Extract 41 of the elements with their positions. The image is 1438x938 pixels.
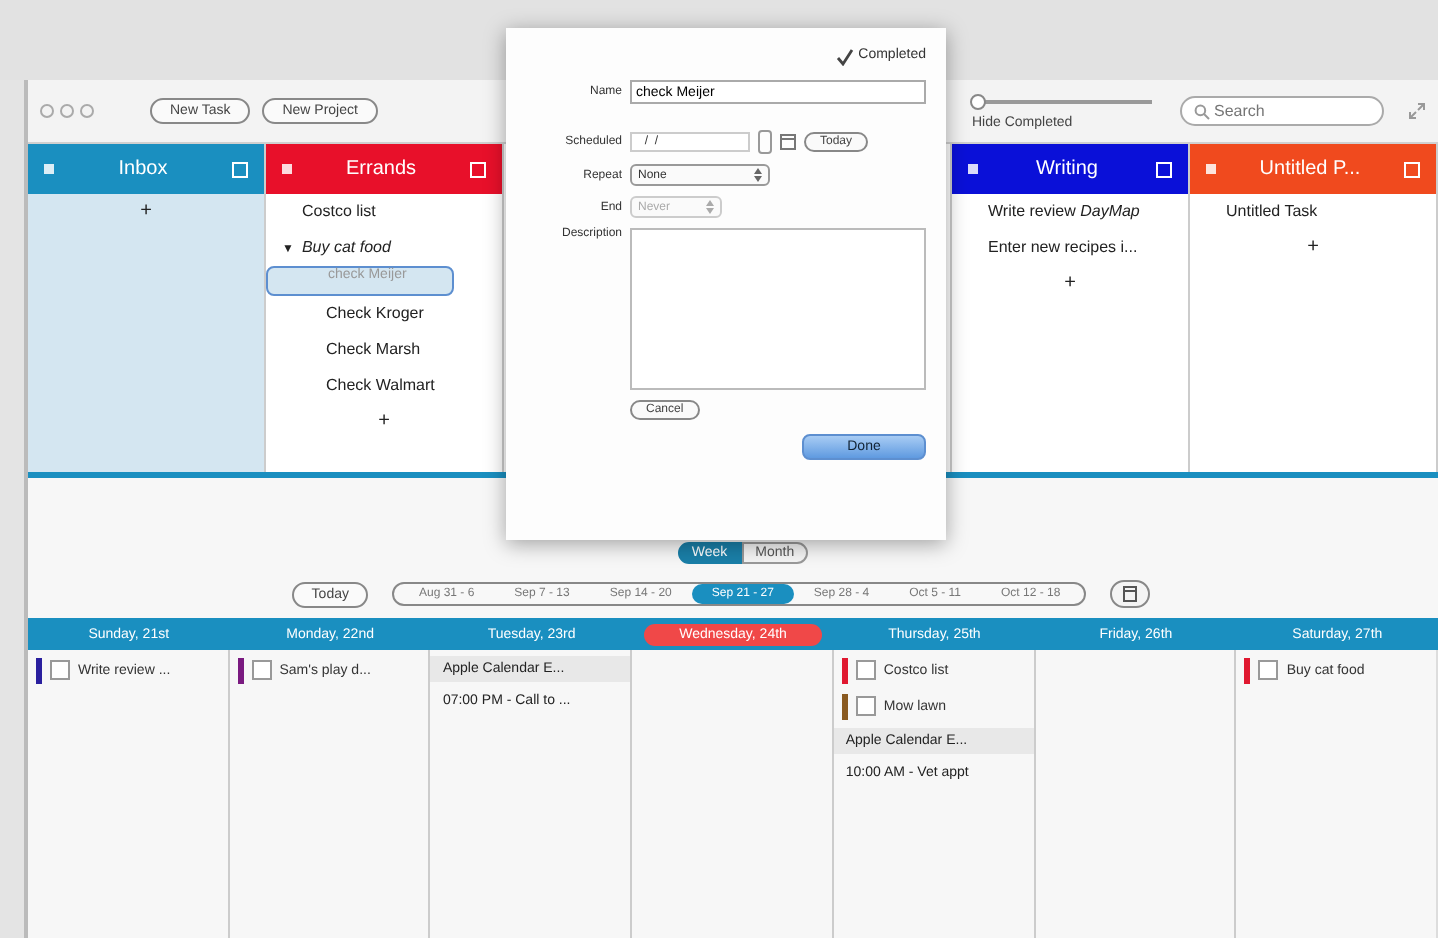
- project-header[interactable]: Writing: [952, 144, 1188, 194]
- task-item[interactable]: Check Marsh: [266, 332, 502, 368]
- checkbox[interactable]: [855, 696, 876, 716]
- search-input[interactable]: Search: [1214, 102, 1354, 120]
- fullscreen-icon[interactable]: [1408, 102, 1426, 120]
- task-item[interactable]: Check Kroger: [266, 296, 502, 332]
- project-title: Untitled P...: [1257, 158, 1363, 180]
- checkbox[interactable]: [855, 660, 876, 680]
- list-icon: [968, 164, 978, 174]
- project-header[interactable]: Inbox: [28, 144, 264, 194]
- project-title: Writing: [1034, 158, 1100, 180]
- list-icon: [1206, 164, 1216, 174]
- add-task-button[interactable]: +: [28, 194, 264, 230]
- project-header[interactable]: Untitled P...: [1190, 144, 1436, 194]
- checkbox[interactable]: [1258, 660, 1279, 680]
- project-title: Inbox: [116, 158, 170, 180]
- checkbox[interactable]: [50, 660, 70, 680]
- calendar-icon[interactable]: [780, 134, 796, 150]
- collapse-icon[interactable]: [1156, 161, 1172, 177]
- completed-checkbox[interactable]: [836, 48, 855, 66]
- task-item[interactable]: Untitled Task: [1190, 194, 1436, 230]
- checkbox[interactable]: [251, 660, 272, 680]
- project-header[interactable]: Errands: [266, 144, 502, 194]
- task-item[interactable]: Write review DayMap: [952, 194, 1188, 230]
- add-task-button[interactable]: +: [266, 404, 502, 440]
- list-icon: [44, 164, 54, 174]
- description-field[interactable]: [630, 228, 926, 390]
- list-icon: [282, 164, 292, 174]
- stepper[interactable]: [758, 130, 772, 154]
- add-task-button[interactable]: +: [1190, 230, 1436, 266]
- project-title: Errands: [343, 158, 418, 180]
- search-field[interactable]: Search: [1180, 96, 1384, 126]
- search-icon: [1194, 103, 1210, 119]
- task-item[interactable]: Enter new recipes i...: [952, 230, 1188, 266]
- add-task-button[interactable]: +: [952, 266, 1188, 302]
- task-item[interactable]: Check Walmart: [266, 368, 502, 404]
- stepper-arrows-icon: [706, 200, 714, 214]
- task-item[interactable]: Costco list: [266, 194, 502, 230]
- calendar-icon[interactable]: [1110, 580, 1151, 608]
- stepper-arrows-icon: [754, 168, 762, 182]
- collapse-icon[interactable]: [470, 161, 486, 177]
